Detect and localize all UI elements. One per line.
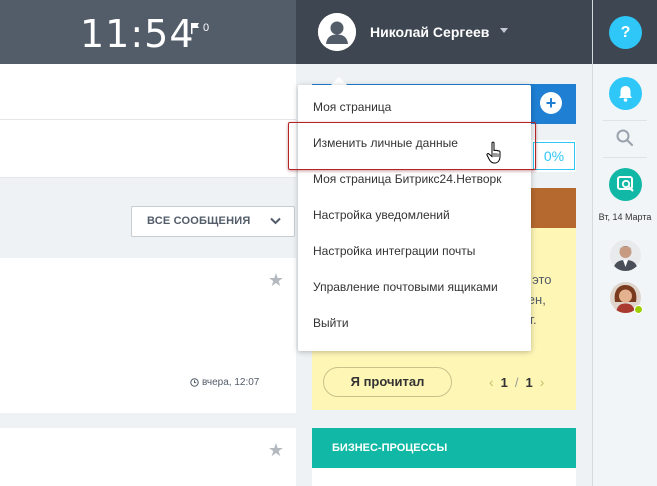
chevron-down-icon[interactable] bbox=[500, 28, 508, 33]
open-lines-button[interactable] bbox=[609, 168, 642, 201]
star-icon[interactable]: ★ bbox=[268, 440, 284, 461]
rail-divider bbox=[603, 157, 647, 158]
star-icon[interactable]: ★ bbox=[268, 270, 284, 291]
notifications-button[interactable] bbox=[609, 77, 642, 110]
rail-divider bbox=[603, 120, 647, 121]
pager-current: 1 bbox=[500, 374, 508, 390]
flag-count: 0 bbox=[203, 22, 210, 34]
menu-item-logout[interactable]: Выйти bbox=[298, 312, 531, 348]
chevron-down-icon bbox=[270, 217, 281, 225]
user-name[interactable]: Николай Сергеев bbox=[370, 24, 489, 40]
user-silhouette-icon bbox=[318, 13, 356, 51]
menu-item-my-page[interactable]: Моя страница bbox=[298, 96, 531, 132]
progress-percent: 0% bbox=[533, 142, 575, 170]
post-time-text: вчера, 12:07 bbox=[202, 377, 260, 388]
contact-avatar[interactable] bbox=[610, 240, 641, 271]
chevron-right-icon[interactable]: › bbox=[540, 374, 545, 390]
search-icon bbox=[616, 129, 634, 147]
business-processes-header[interactable]: БИЗНЕС-ПРОЦЕССЫ bbox=[312, 428, 576, 468]
business-processes-body bbox=[312, 468, 576, 486]
notice-pager: ‹ 1 / 1 › bbox=[489, 374, 544, 390]
user-dropdown-menu: Моя страница Изменить личные данные Моя … bbox=[298, 85, 531, 351]
chat-search-icon bbox=[617, 176, 634, 192]
pager-sep: / bbox=[514, 374, 519, 390]
clock[interactable]: 11:54 bbox=[80, 12, 195, 56]
user-avatar[interactable] bbox=[318, 13, 356, 51]
user-menu-trigger[interactable]: Николай Сергеев bbox=[296, 0, 592, 64]
read-button[interactable]: Я прочитал bbox=[323, 367, 452, 397]
chevron-left-icon[interactable]: ‹ bbox=[489, 374, 494, 390]
online-status-dot bbox=[634, 305, 643, 314]
menu-item-mailboxes[interactable]: Управление почтовыми ящиками bbox=[298, 276, 531, 312]
menu-item-mail-integration[interactable]: Настройка интеграции почты bbox=[298, 240, 531, 276]
post-form-area[interactable] bbox=[0, 120, 296, 178]
feed-filter-label: ВСЕ СООБЩЕНИЯ bbox=[147, 215, 251, 227]
search-button[interactable] bbox=[615, 128, 635, 153]
post-time: вчера, 12:07 bbox=[190, 377, 259, 388]
post-form-area[interactable] bbox=[0, 64, 296, 120]
feed-post[interactable]: ★ bbox=[0, 428, 296, 486]
add-button[interactable]: + bbox=[540, 92, 562, 114]
feed-filter-button[interactable]: ВСЕ СООБЩЕНИЯ bbox=[131, 206, 295, 237]
clock-icon bbox=[190, 378, 199, 387]
bell-icon bbox=[619, 86, 632, 102]
pager-total: 1 bbox=[525, 374, 533, 390]
menu-item-notification-settings[interactable]: Настройка уведомлений bbox=[298, 204, 531, 240]
feed-post[interactable]: ★ вчера, 12:07 bbox=[0, 258, 296, 413]
hand-cursor-icon bbox=[486, 141, 506, 170]
help-button[interactable]: ? bbox=[609, 16, 642, 49]
rail-date: Вт, 14 Марта bbox=[598, 212, 652, 222]
right-rail: ? Вт, 14 Марта bbox=[592, 0, 657, 486]
menu-item-network-page[interactable]: Моя страница Битрикс24.Нетворк bbox=[298, 168, 531, 204]
flag-icon bbox=[191, 22, 199, 34]
man-avatar-icon bbox=[610, 240, 641, 271]
flag-counter[interactable]: 0 bbox=[191, 22, 209, 34]
